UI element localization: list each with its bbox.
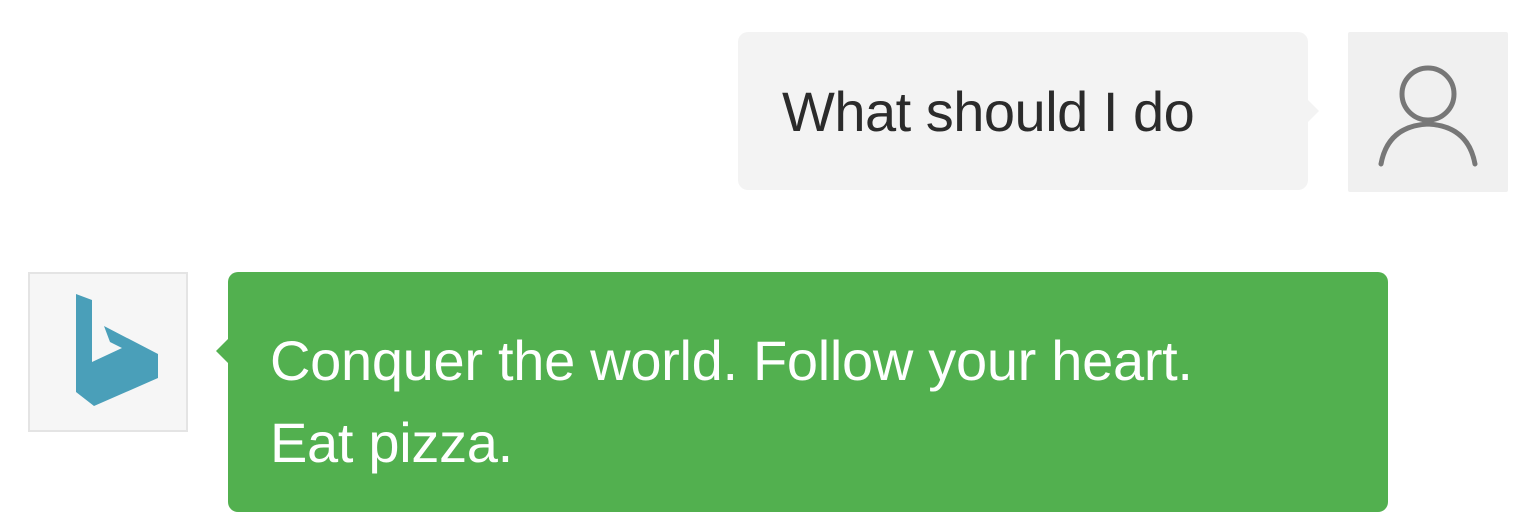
user-message-bubble: What should I do	[738, 32, 1319, 190]
person-icon	[1378, 65, 1478, 167]
bing-logo-icon	[76, 294, 158, 406]
bot-message-text: Conquer the world. Follow your heart. Ea…	[270, 329, 1193, 474]
bot-avatar	[28, 272, 188, 432]
user-message-text: What should I do	[782, 79, 1195, 143]
user-avatar	[1348, 32, 1508, 192]
bot-message-bubble: Conquer the world. Follow your heart. Ea…	[216, 272, 1388, 512]
